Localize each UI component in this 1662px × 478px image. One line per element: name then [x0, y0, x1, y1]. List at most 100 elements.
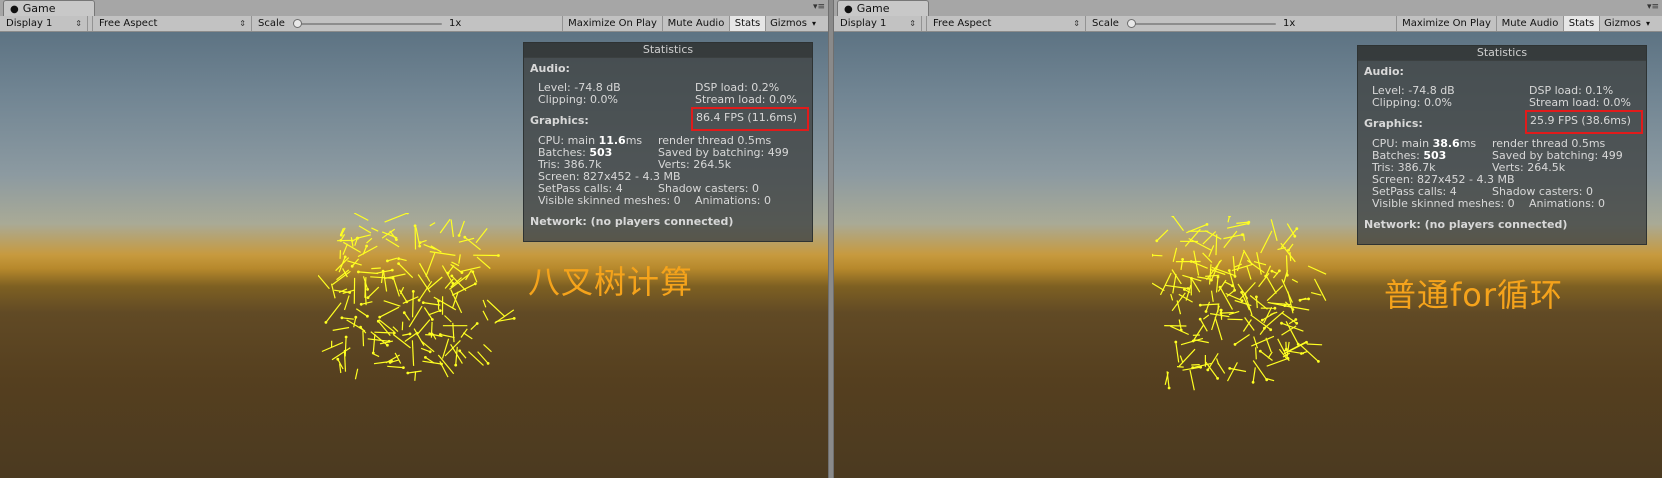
segment-endpoint	[359, 302, 363, 306]
line-segment	[357, 234, 371, 239]
line-segment	[1259, 325, 1268, 335]
line-segment	[1180, 337, 1204, 346]
segment-endpoint	[376, 319, 380, 323]
segment-endpoint	[350, 264, 354, 268]
scale-slider-thumb[interactable]	[1127, 19, 1136, 28]
yellow-line-segments	[318, 213, 516, 381]
segment-endpoint	[421, 301, 425, 304]
display-dropdown[interactable]: Display 1 ⇕	[0, 16, 88, 31]
maximize-on-play-button[interactable]: Maximize On Play	[1396, 16, 1496, 31]
segment-endpoint	[397, 262, 400, 265]
line-segment	[1234, 263, 1243, 268]
graphics-header: Graphics:	[530, 114, 589, 127]
segment-endpoint	[378, 315, 382, 319]
segment-endpoint	[343, 255, 347, 259]
line-segment	[1189, 369, 1195, 391]
gizmos-button[interactable]: Gizmos	[1599, 16, 1645, 31]
segment-endpoint	[424, 356, 427, 359]
aspect-dropdown[interactable]: Free Aspect ⇕	[92, 16, 252, 31]
maximize-on-play-button[interactable]: Maximize On Play	[562, 16, 662, 31]
segment-endpoint	[1270, 269, 1274, 273]
segment-endpoint	[463, 235, 467, 239]
scale-slider-track[interactable]	[1128, 23, 1276, 25]
fps-readout-highlighted: 86.4 FPS (11.6ms)	[691, 107, 809, 131]
segment-endpoint	[339, 239, 343, 242]
stats-button[interactable]: Stats	[1563, 16, 1599, 31]
line-segment	[1234, 334, 1250, 345]
line-segment	[1280, 242, 1296, 263]
line-segment	[379, 306, 400, 318]
cpu-suffix: ms	[1459, 137, 1477, 150]
tab-strip: ● Game ▾≡	[0, 0, 828, 16]
line-segment	[458, 254, 461, 264]
segment-endpoint	[417, 298, 421, 302]
line-segment	[355, 308, 368, 317]
gizmos-button[interactable]: Gizmos	[765, 16, 811, 31]
scale-slider-track[interactable]	[294, 23, 442, 25]
line-segment	[1215, 276, 1219, 293]
segment-endpoint	[402, 366, 405, 369]
line-segment	[414, 371, 417, 381]
panel-menu-icon[interactable]: ▾≡	[813, 1, 825, 13]
gizmos-dropdown-arrow-icon[interactable]: ▾	[1646, 16, 1660, 31]
fps-readout-highlighted: 25.9 FPS (38.6ms)	[1525, 110, 1643, 134]
line-segment	[1253, 336, 1259, 349]
audio-clipping: Clipping: 0.0%	[538, 93, 618, 106]
stats-button[interactable]: Stats	[729, 16, 765, 31]
segment-endpoint	[354, 315, 358, 319]
line-segment	[383, 300, 401, 307]
segment-endpoint	[1260, 318, 1264, 322]
game-viewport[interactable]: Statistics Audio: Level: -74.8 dB Clippi…	[0, 32, 828, 478]
line-segment	[1281, 279, 1293, 303]
display-dropdown[interactable]: Display 1 ⇕	[834, 16, 922, 31]
animations: Animations: 0	[695, 194, 772, 207]
line-segment	[430, 321, 433, 338]
segment-endpoint	[324, 321, 328, 324]
line-segment	[420, 347, 431, 353]
segment-endpoint	[1295, 227, 1299, 230]
segment-endpoint	[344, 335, 348, 339]
line-segment	[392, 333, 411, 349]
mute-audio-button[interactable]: Mute Audio	[1496, 16, 1563, 31]
line-segment	[1270, 311, 1278, 316]
line-segment	[459, 266, 481, 273]
line-segment	[321, 341, 344, 353]
line-segment	[1190, 260, 1208, 269]
line-segment	[384, 213, 408, 223]
segment-endpoint	[1285, 273, 1289, 277]
aspect-dropdown[interactable]: Free Aspect ⇕	[926, 16, 1086, 31]
panel-menu-icon[interactable]: ▾≡	[1647, 1, 1659, 13]
segment-endpoint	[1293, 234, 1297, 238]
scale-slider-thumb[interactable]	[293, 19, 302, 28]
line-segment	[1152, 282, 1165, 292]
line-segment	[430, 245, 442, 253]
statistics-title: Statistics	[1358, 46, 1646, 61]
mute-audio-button[interactable]: Mute Audio	[662, 16, 729, 31]
game-controller-icon: ●	[844, 4, 853, 15]
segment-endpoint	[1295, 321, 1299, 325]
segment-endpoint	[402, 311, 406, 315]
game-viewport[interactable]: Statistics Audio: Level: -74.8 dB Clippi…	[834, 32, 1662, 478]
game-tab[interactable]: ● Game	[837, 0, 929, 16]
segment-endpoint	[1278, 269, 1281, 273]
line-segment	[451, 283, 476, 296]
segment-endpoint	[428, 332, 432, 336]
segment-endpoint	[1216, 377, 1219, 380]
comparison-screenshot: ● Game ▾≡ Display 1 ⇕ Free Aspect ⇕ Scale…	[0, 0, 1662, 478]
segment-endpoint	[1186, 287, 1190, 290]
line-segment	[1258, 272, 1270, 288]
line-segment	[374, 331, 395, 334]
segment-endpoint	[1246, 222, 1250, 225]
segment-endpoint	[1167, 386, 1171, 390]
line-segment	[378, 319, 395, 333]
segment-endpoint	[1286, 357, 1290, 360]
stream-load: Stream load: 0.0%	[695, 93, 797, 106]
line-segment	[1156, 229, 1169, 242]
segment-endpoint	[386, 343, 389, 347]
gizmos-dropdown-arrow-icon[interactable]: ▾	[812, 16, 826, 31]
line-segment	[433, 296, 457, 311]
audio-header: Audio:	[530, 62, 570, 75]
game-tab[interactable]: ● Game	[3, 0, 95, 16]
line-segment	[1176, 366, 1184, 368]
segment-endpoint	[457, 234, 461, 237]
